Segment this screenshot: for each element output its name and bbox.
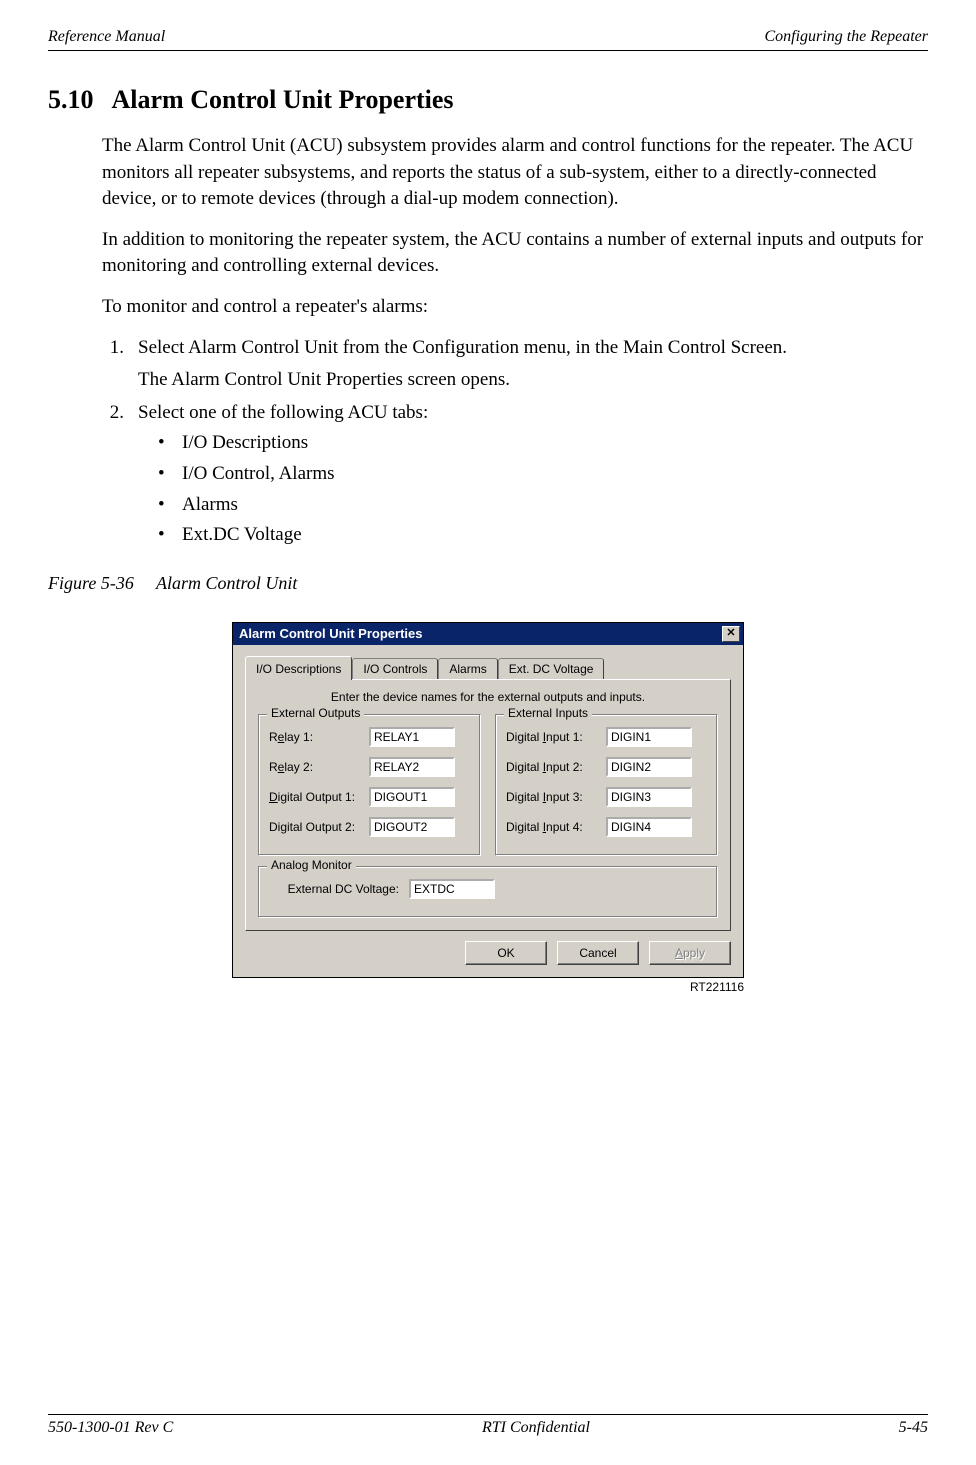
dialog-titlebar: Alarm Control Unit Properties ✕ — [233, 623, 743, 645]
tab-strip: I/O Descriptions I/O Controls Alarms Ext… — [245, 655, 731, 679]
digin4-label: Digital Input 4: — [506, 820, 606, 834]
digin1-label: Digital Input 1: — [506, 730, 606, 744]
relay2-label: Relay 2: — [269, 760, 369, 774]
section-title-text: Alarm Control Unit Properties — [112, 85, 454, 115]
tab-ext-dc-voltage[interactable]: Ext. DC Voltage — [498, 658, 605, 679]
bullet-4: Ext.DC Voltage — [182, 522, 302, 549]
tab-panel: Enter the device names for the external … — [245, 679, 731, 931]
digin3-label: Digital Input 3: — [506, 790, 606, 804]
footer-left: 550-1300-01 Rev C — [48, 1419, 173, 1437]
footer-right: 5-45 — [899, 1419, 928, 1437]
step-2-text: Select one of the following ACU tabs: — [138, 400, 928, 427]
step-1-sub: The Alarm Control Unit Properties screen… — [138, 367, 928, 394]
body-content: The Alarm Control Unit (ACU) subsystem p… — [48, 133, 928, 553]
dialog-title: Alarm Control Unit Properties — [239, 626, 422, 641]
digout2-label: Digital Output 2: — [269, 820, 369, 834]
extdc-input[interactable] — [409, 879, 495, 899]
step-2-number: 2. — [102, 400, 138, 553]
digin1-input[interactable] — [606, 727, 692, 747]
bullet-icon: • — [158, 461, 182, 488]
step-1: 1. Select Alarm Control Unit from the Co… — [102, 335, 928, 394]
digout1-label: Digital Output 1: — [269, 790, 369, 804]
digin3-input[interactable] — [606, 787, 692, 807]
figure-label: Figure 5-36 — [48, 573, 134, 593]
relay2-input[interactable] — [369, 757, 455, 777]
figure-image-id: RT221116 — [232, 980, 744, 994]
paragraph-3: To monitor and control a repeater's alar… — [102, 294, 928, 321]
cancel-button[interactable]: Cancel — [557, 941, 639, 965]
section-heading: 5.10 Alarm Control Unit Properties — [48, 85, 928, 115]
digin4-input[interactable] — [606, 817, 692, 837]
figure-title: Alarm Control Unit — [156, 573, 297, 593]
external-inputs-group: External Inputs Digital Input 1: Digital… — [495, 714, 718, 856]
digout1-input[interactable] — [369, 787, 455, 807]
bullet-2: I/O Control, Alarms — [182, 461, 335, 488]
page-header: Reference Manual Configuring the Repeate… — [48, 28, 928, 51]
tab-io-controls[interactable]: I/O Controls — [352, 658, 438, 679]
outputs-legend: External Outputs — [267, 706, 364, 720]
bullet-1: I/O Descriptions — [182, 430, 308, 457]
figure-caption: Figure 5-36 Alarm Control Unit — [48, 573, 928, 594]
section-number: 5.10 — [48, 85, 94, 115]
relay1-input[interactable] — [369, 727, 455, 747]
digin2-input[interactable] — [606, 757, 692, 777]
digout2-input[interactable] — [369, 817, 455, 837]
tab-alarms[interactable]: Alarms — [438, 658, 497, 679]
tab-io-descriptions[interactable]: I/O Descriptions — [245, 656, 352, 680]
step-1-text: Select Alarm Control Unit from the Confi… — [138, 335, 928, 362]
extdc-label: External DC Voltage: — [269, 882, 409, 896]
inputs-legend: External Inputs — [504, 706, 592, 720]
paragraph-1: The Alarm Control Unit (ACU) subsystem p… — [102, 133, 928, 213]
footer-center: RTI Confidential — [482, 1419, 590, 1437]
paragraph-2: In addition to monitoring the repeater s… — [102, 227, 928, 280]
bullet-icon: • — [158, 522, 182, 549]
acu-properties-dialog: Alarm Control Unit Properties ✕ I/O Desc… — [232, 622, 744, 978]
dialog-buttons: OK Cancel Apply — [245, 941, 731, 965]
digin2-label: Digital Input 2: — [506, 760, 606, 774]
step-1-number: 1. — [102, 335, 138, 394]
header-left: Reference Manual — [48, 28, 165, 46]
apply-button: Apply — [649, 941, 731, 965]
bullet-icon: • — [158, 492, 182, 519]
relay1-label: Relay 1: — [269, 730, 369, 744]
instruction-text: Enter the device names for the external … — [258, 690, 718, 704]
ok-button[interactable]: OK — [465, 941, 547, 965]
bullet-3: Alarms — [182, 492, 238, 519]
close-button[interactable]: ✕ — [722, 626, 740, 642]
step-2: 2. Select one of the following ACU tabs:… — [102, 400, 928, 553]
header-right: Configuring the Repeater — [764, 28, 928, 46]
analog-monitor-group: Analog Monitor External DC Voltage: — [258, 866, 718, 918]
bullet-icon: • — [158, 430, 182, 457]
external-outputs-group: External Outputs Relay 1: Relay 2: Digit… — [258, 714, 481, 856]
analog-legend: Analog Monitor — [267, 858, 356, 872]
page-footer: 550-1300-01 Rev C RTI Confidential 5-45 — [48, 1414, 928, 1437]
